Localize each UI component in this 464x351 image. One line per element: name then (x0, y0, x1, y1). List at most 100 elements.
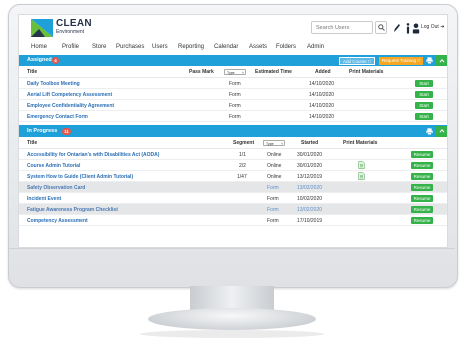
nav-item-calendar[interactable]: Calendar (214, 44, 238, 50)
print-button[interactable] (424, 125, 435, 137)
started-date: 10/02/2020 (297, 195, 323, 202)
in-progress-section-header: In Progress 11 (19, 125, 447, 137)
table-row: Fatigue Awareness Program Checklist Form… (19, 204, 447, 215)
in-progress-table-header: Title Segment Type ˅ Started Print Mater… (19, 138, 447, 149)
course-title-link[interactable]: Aerial Lift Competency Assessment (27, 92, 112, 98)
resume-button[interactable]: Resume (411, 216, 433, 224)
course-title-link[interactable]: Course Admin Tutorial (27, 163, 80, 169)
started-date: 30/01/2020 (297, 162, 323, 169)
logout-label: Log Out (421, 24, 439, 30)
resume-button[interactable]: Resume (411, 161, 433, 169)
chat-icon: □ (368, 58, 371, 64)
table-row: Accessibility for Ontarian's with Disabi… (19, 149, 447, 160)
start-button[interactable]: Start (415, 101, 433, 109)
col-print-materials: Print Materials (349, 69, 384, 75)
col-segment: Segment (233, 140, 255, 146)
nav-item-home[interactable]: Home (31, 44, 47, 50)
started-date: 17/10/2019 (297, 217, 323, 224)
nav-item-assets[interactable]: Assets (249, 44, 267, 50)
logo-subtext: Environment (56, 29, 85, 35)
assigned-table-header: Title Pass Mark Type ˅ Estimated Time Ad… (19, 67, 447, 78)
stand-shadow (140, 330, 324, 338)
course-type: Online (267, 162, 282, 169)
segment-value: 1/1 (239, 151, 246, 158)
type-filter-select[interactable]: Type ˅ (263, 140, 285, 146)
tools-icon[interactable] (391, 22, 401, 34)
logo-mark-icon (31, 19, 53, 37)
chevron-up-icon (438, 58, 445, 63)
table-row: Aerial Lift Competency Assessment Form 1… (19, 89, 447, 100)
request-training-button[interactable]: Request Training □ (379, 56, 424, 65)
course-title-link[interactable]: Safety Observation Card (27, 185, 85, 191)
chat-icon: □ (417, 57, 421, 63)
course-title-link[interactable]: Incident Event (27, 196, 61, 202)
col-title: Title (27, 69, 38, 75)
course-type: Form (229, 102, 241, 109)
course-type: Online (267, 151, 282, 158)
collapse-assigned-button[interactable] (436, 55, 447, 66)
nav-item-users[interactable]: Users (152, 44, 168, 50)
table-row-partial (19, 226, 447, 236)
nav-item-folders[interactable]: Folders (276, 44, 296, 50)
resume-button[interactable]: Resume (411, 150, 433, 158)
type-filter-select[interactable]: Type ˅ (224, 69, 246, 75)
search-input[interactable]: Search Users (311, 21, 373, 34)
added-date: 14/10/2020 (309, 113, 335, 120)
col-pass-mark: Pass Mark (189, 69, 214, 75)
nav-item-store[interactable]: Store (92, 44, 106, 50)
add-course-button[interactable]: Add Course □ (339, 56, 375, 65)
document-icon[interactable] (358, 161, 365, 169)
print-icon (426, 57, 433, 64)
course-type: Form (267, 195, 279, 202)
user-icon[interactable] (411, 22, 421, 34)
course-title-link[interactable]: Fatigue Awareness Program Checklist (27, 207, 118, 213)
table-row: Safety Observation Card Form 13/02/2020 … (19, 182, 447, 193)
assigned-section-header: Assigned 4 Add Course □ Request Training… (19, 55, 447, 66)
course-type: Form (267, 217, 279, 224)
started-date: 30/01/2020 (297, 151, 323, 158)
table-row: Employee Confidentiality Agreement Form … (19, 100, 447, 111)
table-row: System How to Guide (Client Admin Tutori… (19, 171, 447, 182)
course-type: Form (229, 80, 241, 87)
col-estimated-time: Estimated Time (255, 69, 292, 75)
chevron-down-icon: ˅ (241, 71, 244, 75)
course-title-link[interactable]: Accessibility for Ontarian's with Disabi… (27, 152, 159, 158)
course-title-link[interactable]: System How to Guide (Client Admin Tutori… (27, 174, 133, 180)
collapse-in-progress-button[interactable] (436, 125, 447, 137)
screen: CLEAN Environment Search Users Log Out ➜… (18, 14, 448, 248)
resume-button[interactable]: Resume (411, 205, 433, 213)
monitor-stand-base (148, 308, 316, 330)
start-button[interactable]: Start (415, 112, 433, 120)
start-button[interactable]: Start (415, 79, 433, 87)
type-filter-label: Type (266, 142, 274, 146)
table-row: Emergency Contact Form Form 14/10/2020 S… (19, 111, 447, 122)
table-row: Competency Assessment Form 17/10/2019 Re… (19, 215, 447, 226)
logo-text[interactable]: CLEAN (56, 18, 92, 29)
logout-link[interactable]: Log Out ➜ (421, 24, 444, 30)
document-icon[interactable] (358, 172, 365, 180)
course-title-link[interactable]: Daily Toolbox Meeting (27, 81, 80, 87)
resume-button[interactable]: Resume (411, 183, 433, 191)
search-button[interactable] (375, 21, 387, 34)
table-row: Daily Toolbox Meeting Form 14/10/2020 St… (19, 78, 447, 89)
assigned-count-badge: 4 (52, 57, 59, 64)
course-type: Form (267, 184, 279, 191)
nav-item-purchases[interactable]: Purchases (116, 44, 144, 50)
print-button[interactable] (424, 55, 435, 66)
nav-item-reporting[interactable]: Reporting (178, 44, 204, 50)
nav-item-profile[interactable]: Profile (62, 44, 79, 50)
col-title: Title (27, 140, 38, 146)
course-title-link[interactable]: Emergency Contact Form (27, 114, 88, 120)
course-type: Online (267, 173, 282, 180)
course-title-link[interactable]: Employee Confidentiality Agreement (27, 103, 114, 109)
start-button[interactable]: Start (415, 90, 433, 98)
in-progress-title: In Progress (27, 128, 58, 134)
resume-button[interactable]: Resume (411, 172, 433, 180)
resume-button[interactable]: Resume (411, 194, 433, 202)
course-title-link[interactable]: Competency Assessment (27, 218, 88, 224)
monitor-chin (9, 248, 455, 249)
search-icon (377, 24, 385, 31)
top-bar: CLEAN Environment Search Users Log Out ➜ (19, 15, 447, 43)
assigned-title: Assigned (27, 57, 52, 63)
nav-item-admin[interactable]: Admin (307, 44, 324, 50)
